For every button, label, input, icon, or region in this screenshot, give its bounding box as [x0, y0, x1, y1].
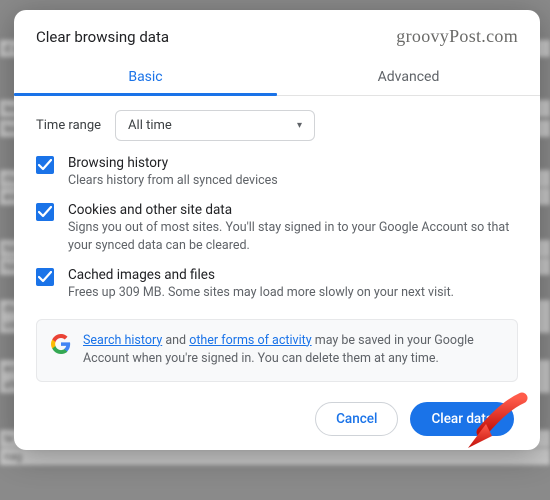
link-other-activity[interactable]: other forms of activity: [189, 333, 311, 348]
clear-browsing-data-dialog: Clear browsing data groovyPost.com Basic…: [14, 10, 540, 450]
option-title: Cookies and other site data: [68, 202, 518, 218]
info-text: Search history and other forms of activi…: [83, 332, 503, 370]
time-range-label: Time range: [36, 118, 101, 133]
checkbox-cookies[interactable]: [36, 203, 54, 221]
cancel-button[interactable]: Cancel: [315, 402, 398, 436]
time-range-value: All time: [128, 118, 172, 133]
checkbox-cache[interactable]: [36, 268, 54, 286]
dialog-title: Clear browsing data: [36, 28, 169, 46]
chevron-down-icon: ▾: [297, 120, 302, 131]
option-cookies: Cookies and other site data Signs you ou…: [36, 202, 518, 255]
option-desc: Signs you out of most sites. You'll stay…: [68, 219, 518, 255]
link-search-history[interactable]: Search history: [83, 333, 162, 348]
time-range-select[interactable]: All time ▾: [115, 110, 315, 141]
option-cache: Cached images and files Frees up 309 MB.…: [36, 267, 518, 302]
clear-data-button[interactable]: Clear data: [410, 402, 514, 436]
tab-basic[interactable]: Basic: [14, 57, 277, 95]
option-desc: Frees up 309 MB. Some sites may load mor…: [68, 284, 454, 302]
option-desc: Clears history from all synced devices: [68, 172, 278, 190]
option-title: Cached images and files: [68, 267, 454, 283]
google-account-info: Search history and other forms of activi…: [36, 319, 518, 383]
option-title: Browsing history: [68, 155, 278, 171]
google-icon: [51, 334, 71, 354]
watermark-text: groovyPost.com: [396, 26, 518, 47]
option-browsing-history: Browsing history Clears history from all…: [36, 155, 518, 190]
tab-advanced[interactable]: Advanced: [277, 57, 540, 95]
tab-underline: [14, 93, 277, 96]
checkbox-browsing-history[interactable]: [36, 156, 54, 174]
tab-bar: Basic Advanced: [14, 57, 540, 96]
